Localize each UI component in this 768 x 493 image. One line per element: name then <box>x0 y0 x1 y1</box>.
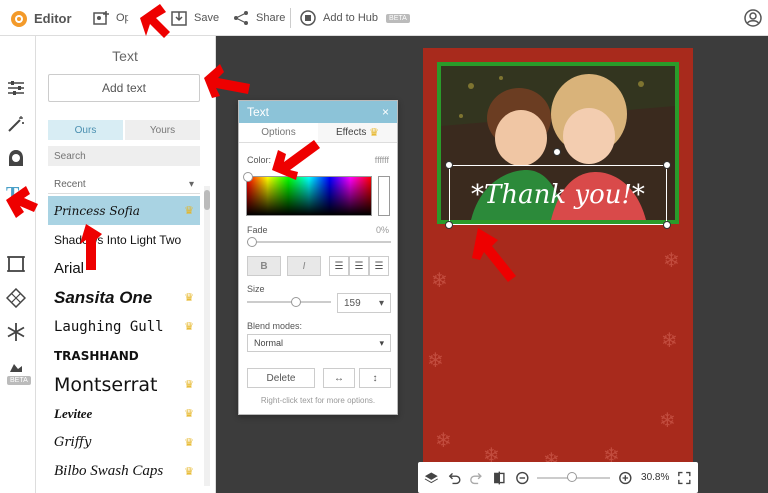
arrow-annotation <box>6 186 38 218</box>
arrow-annotation <box>472 228 516 282</box>
arrow-annotation <box>80 224 102 270</box>
arrow-annotation <box>140 4 170 38</box>
arrow-annotation <box>204 64 250 98</box>
arrow-annotation <box>272 140 320 180</box>
annotation-arrows <box>6 4 516 282</box>
